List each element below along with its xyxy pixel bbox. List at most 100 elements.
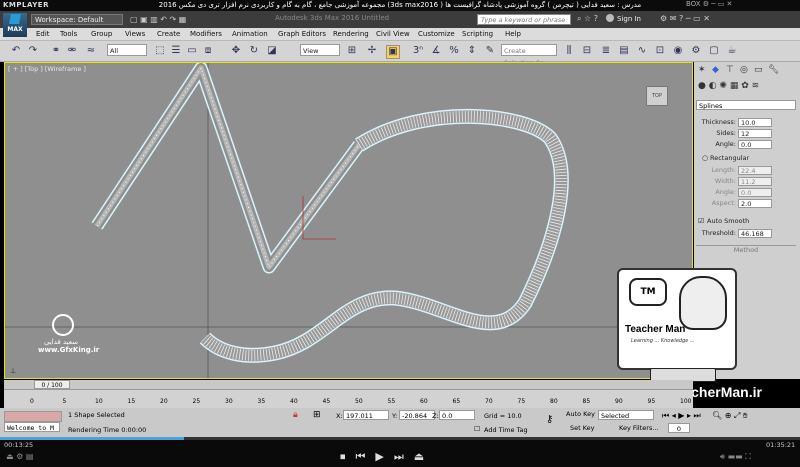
quick-access-icons[interactable]: ▢ ▣ ▥ ↶ ↷ ▦ <box>130 15 186 24</box>
graphite-ribbon-icon[interactable]: ▤ <box>618 45 630 57</box>
maxscript-listener-input[interactable]: Welcome to M <box>4 422 60 432</box>
keyboard-shortcut-toggle-icon[interactable]: ▣ <box>386 45 400 59</box>
y-coordinate-input[interactable]: -20.864 <box>399 410 435 420</box>
track-bar[interactable]: 0 5 10 15 20 25 30 35 40 45 50 55 60 65 70 75 80 85 90 95 10… <box>4 389 693 409</box>
schematic-view-icon[interactable]: ⊡ <box>654 45 666 57</box>
unlink-icon[interactable]: ⚮ <box>66 45 78 57</box>
reference-coordinate-select[interactable]: View <box>300 44 340 56</box>
render-setup-icon[interactable]: ⚙ <box>690 45 702 57</box>
workspace-select[interactable]: Workspace: Default <box>31 14 123 25</box>
menu-group[interactable]: Group <box>91 30 112 38</box>
sides-input[interactable]: 12 <box>738 129 772 138</box>
menu-create[interactable]: Create <box>157 30 180 38</box>
scale-icon[interactable]: ◪ <box>266 45 278 57</box>
thickness-input[interactable]: 10.0 <box>738 118 772 127</box>
viewcube[interactable]: TOP <box>646 86 668 106</box>
redo-icon[interactable]: ↷ <box>27 45 39 57</box>
search-icon[interactable]: ⌕ ☆ ? <box>577 14 598 24</box>
spinner-snap-icon[interactable]: ⇕ <box>466 45 478 57</box>
named-selection-set-select[interactable]: Create Selection Se <box>501 44 557 67</box>
help-icons[interactable]: ⚙ ✉ ? ─ ▭ ✕ <box>660 14 710 23</box>
player-right-controls[interactable]: 🔊︎ ▬▬ ⛶ <box>720 452 751 462</box>
create-category-icons[interactable]: ● ◐ ✺ ▦ ✿ ≋ <box>698 81 796 92</box>
set-key-button[interactable]: Set Key <box>570 424 595 432</box>
rectangular-radio[interactable]: ○ <box>702 154 708 162</box>
angle-snap-icon[interactable]: ∡ <box>430 45 442 57</box>
modify-tab-icon[interactable]: ◆ <box>712 65 719 75</box>
link-icon[interactable]: ⚭ <box>50 45 62 57</box>
menu-civil-view[interactable]: Civil View <box>376 30 410 38</box>
viewport-label[interactable]: [ + ] [Top ] [Wireframe ] <box>8 65 86 73</box>
menu-animation[interactable]: Animation <box>232 30 268 38</box>
move-icon[interactable]: ✥ <box>230 45 242 57</box>
menu-help[interactable]: Help <box>505 30 521 38</box>
snaps-toggle-icon[interactable]: 3ⁿ <box>412 45 424 57</box>
window-controls[interactable]: BOX ⚙ ─ ▭ ✕ <box>686 0 732 8</box>
key-filters-button[interactable]: Key Filters... <box>619 424 659 432</box>
player-progress-track[interactable] <box>0 437 800 440</box>
viewport-nav-controls[interactable]: 🔍︎ ⊕ ⤢ ✋︎ <box>712 411 747 421</box>
x-coordinate-input[interactable]: 197.011 <box>343 410 389 420</box>
menu-views[interactable]: Views <box>125 30 145 38</box>
layers-icon[interactable]: ≣ <box>600 45 612 57</box>
menu-customize[interactable]: Customize <box>418 30 455 38</box>
hierarchy-tab-icon[interactable]: ⊤ <box>726 65 734 75</box>
current-frame-input[interactable]: 0 <box>668 423 690 433</box>
select-by-name-icon[interactable]: ☰ <box>170 45 182 57</box>
key-icon[interactable]: ⚷ <box>546 414 553 425</box>
angle-input[interactable]: 0.0 <box>738 140 772 149</box>
undo-icon[interactable]: ↶ <box>10 45 22 57</box>
method-rollout[interactable]: Method <box>696 245 796 256</box>
percent-snap-icon[interactable]: % <box>448 45 460 57</box>
utilities-tab-icon[interactable]: 🔧︎ <box>768 65 779 75</box>
edit-named-sets-icon[interactable]: ✎ <box>484 45 496 57</box>
time-tag-icon[interactable]: ☐ <box>474 425 480 433</box>
search-input[interactable]: Type a keyword or phrase <box>477 14 571 25</box>
auto-key-button[interactable]: Auto Key <box>566 410 596 420</box>
time-slider-thumb[interactable]: 0 / 100 <box>34 380 70 389</box>
window-crossing-icon[interactable]: ⧈ <box>202 45 214 57</box>
aspect-input[interactable]: 2.0 <box>738 199 772 208</box>
threshold-input[interactable]: 46.168 <box>738 229 772 238</box>
menu-edit[interactable]: Edit <box>36 30 50 38</box>
sign-in-link[interactable]: Sign In <box>617 15 641 23</box>
select-manipulate-icon[interactable]: ✢ <box>366 45 378 57</box>
rect-selection-icon[interactable]: ▭ <box>186 45 198 57</box>
lock-selection-icon[interactable]: 🔒︎ <box>293 410 298 420</box>
top-viewport[interactable] <box>4 62 693 379</box>
align-icon[interactable]: ⊟ <box>581 45 593 57</box>
material-editor-icon[interactable]: ◉ <box>672 45 684 57</box>
player-transport-controls[interactable]: ⏹⏮▶⏭⏏ <box>340 450 434 464</box>
player-left-controls[interactable]: ⏏ ⚙ ▤ <box>6 452 33 461</box>
rect-angle-input[interactable]: 0.0 <box>738 188 772 197</box>
maxscript-listener-pink[interactable] <box>4 411 62 422</box>
key-mode-select[interactable]: Selected <box>598 410 654 420</box>
auto-smooth-checkbox[interactable]: ☑ <box>698 217 704 225</box>
z-coordinate-input[interactable]: 0.0 <box>439 410 475 420</box>
mirror-icon[interactable]: ⫼ <box>563 45 575 57</box>
menu-scripting[interactable]: Scripting <box>462 30 493 38</box>
width-input[interactable]: 11.2 <box>738 177 772 186</box>
menu-graph-editors[interactable]: Graph Editors <box>278 30 326 38</box>
rotate-icon[interactable]: ↻ <box>248 45 260 57</box>
create-tab-icon[interactable]: ✶ <box>698 65 706 75</box>
render-production-icon[interactable]: ☕ <box>726 45 738 57</box>
object-type-select[interactable]: Splines <box>696 100 796 110</box>
rendered-frame-icon[interactable]: ▢ <box>708 45 720 57</box>
add-time-tag-button[interactable]: Add Time Tag <box>484 426 528 434</box>
absolute-mode-icon[interactable]: ⊞ <box>313 410 321 420</box>
selection-filter-select[interactable]: All <box>107 44 147 56</box>
menu-rendering[interactable]: Rendering <box>333 30 369 38</box>
user-icon[interactable] <box>606 14 614 22</box>
curve-editor-icon[interactable]: ∿ <box>636 45 648 57</box>
menu-tools[interactable]: Tools <box>60 30 77 38</box>
time-slider[interactable]: 0 / 100 <box>4 380 693 389</box>
display-tab-icon[interactable]: ▭ <box>754 65 763 75</box>
pivot-center-icon[interactable]: ⊞ <box>346 45 358 57</box>
motion-tab-icon[interactable]: ◎ <box>740 65 748 75</box>
length-input[interactable]: 22.4 <box>738 166 772 175</box>
bind-spacewarp-icon[interactable]: ≈ <box>85 45 97 57</box>
menu-modifiers[interactable]: Modifiers <box>190 30 222 38</box>
playback-controls[interactable]: ⏮ ◂ ▶ ▸ ⏭ <box>662 411 701 421</box>
select-object-icon[interactable]: ⬚ <box>154 45 166 57</box>
